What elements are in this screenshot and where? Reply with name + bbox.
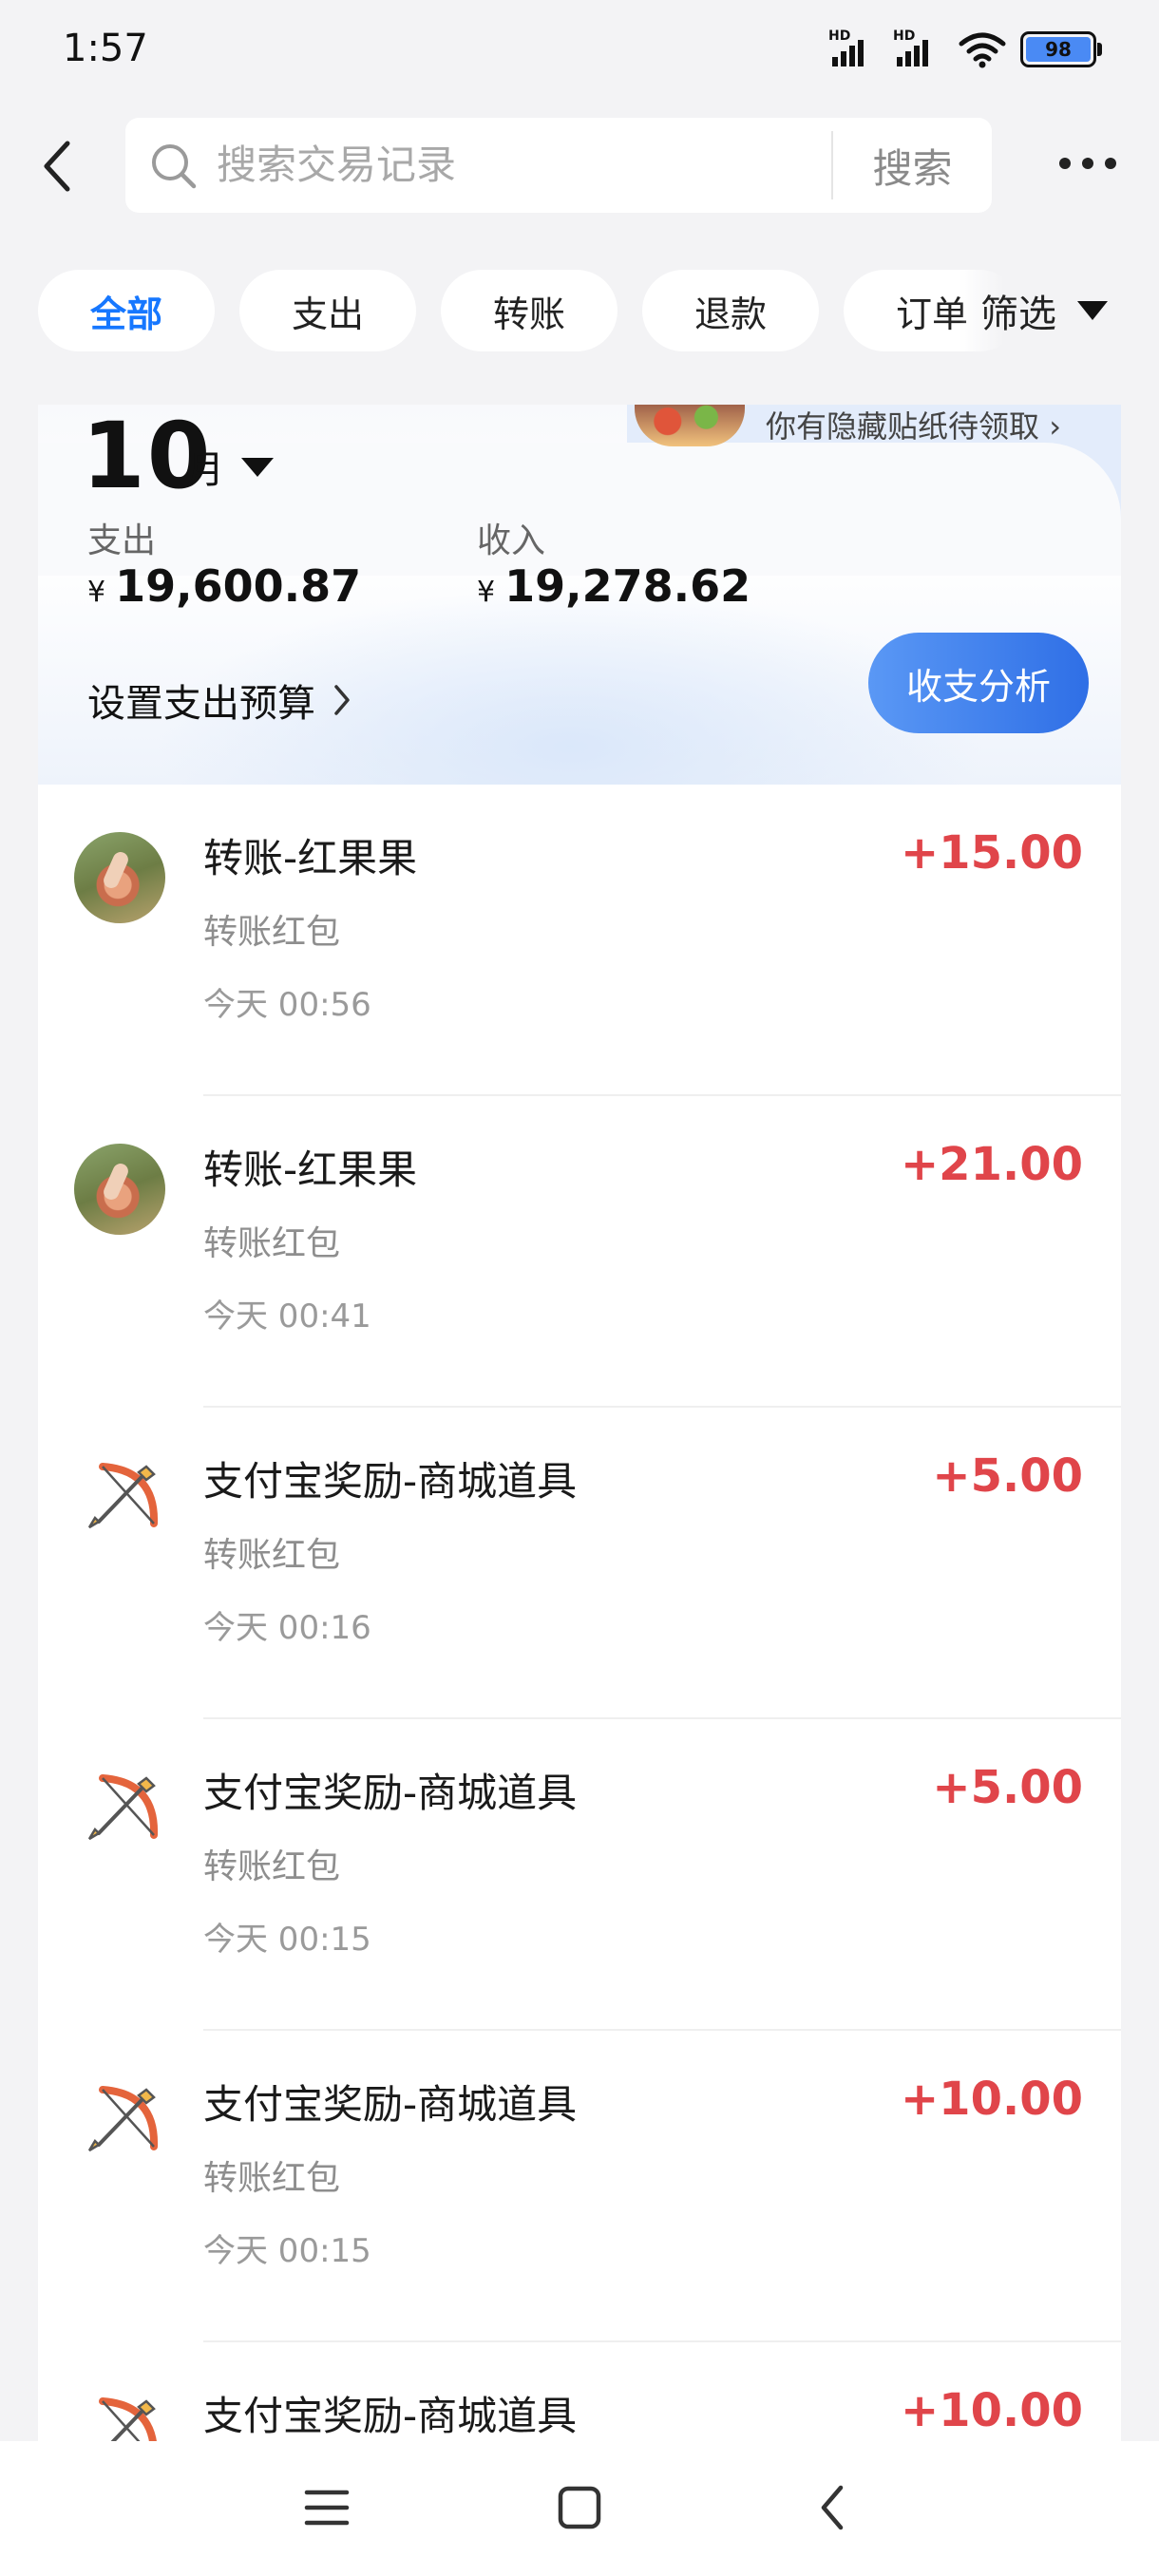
transaction-row[interactable]: 支付宝奖励-商城道具 转账红包 今天 00:15 +5.00	[38, 1719, 1121, 2031]
transaction-title: 支付宝奖励-商城道具	[203, 1770, 578, 1816]
income-expense-analysis-button[interactable]: 收支分析	[868, 633, 1089, 733]
month-dropdown-icon[interactable]	[241, 458, 274, 477]
sticker-text: 你有隐藏贴纸待领取	[766, 408, 1040, 445]
transaction-time: 今天 00:15	[203, 2232, 371, 2270]
transaction-subtitle: 转账红包	[203, 1847, 341, 1886]
currency-symbol: ¥	[477, 576, 496, 609]
search-button[interactable]: 搜索	[833, 118, 992, 213]
chip-all[interactable]: 全部	[38, 270, 215, 351]
transaction-amount: +21.00	[900, 1138, 1083, 1191]
expense-amount: 19,600.87	[115, 560, 362, 612]
home-icon	[558, 2486, 601, 2529]
bow-arrow-icon	[87, 1774, 159, 1841]
month-unit[interactable]: 月	[186, 439, 224, 494]
income-label: 收入	[477, 521, 546, 560]
system-nav-bar	[0, 2441, 1159, 2576]
budget-label: 设置支出预算	[87, 682, 315, 726]
month-summary: 你有隐藏贴纸待领取 › 10 月 支出 ¥19,600.87 收入 ¥19,27…	[38, 403, 1121, 785]
user-avatar	[74, 832, 165, 923]
recent-apps-button[interactable]	[289, 2470, 365, 2546]
system-back-button[interactable]	[794, 2470, 870, 2546]
filter-button[interactable]: 筛选	[960, 270, 1159, 351]
status-time: 1:57	[63, 27, 148, 70]
home-button[interactable]	[542, 2470, 618, 2546]
wifi-icon	[959, 32, 1006, 68]
search-icon	[152, 144, 197, 189]
currency-symbol: ¥	[87, 576, 106, 609]
bow-arrow-icon	[87, 2086, 159, 2152]
menu-icon	[304, 2490, 350, 2526]
signal-1-icon: HD	[828, 28, 880, 68]
chevron-left-icon	[44, 141, 70, 192]
battery-icon: 98	[1020, 31, 1102, 67]
transaction-subtitle: 转账红包	[203, 913, 341, 952]
set-budget-link[interactable]: 设置支出预算	[87, 672, 352, 728]
transaction-amount: +10.00	[900, 2384, 1083, 2437]
transaction-time: 今天 00:15	[203, 1921, 371, 1959]
income-value: ¥19,278.62	[477, 560, 750, 612]
bow-arrow-icon	[87, 1463, 159, 1529]
filter-label: 筛选	[980, 293, 1056, 336]
back-icon	[821, 2485, 844, 2530]
transaction-time: 今天 00:56	[203, 986, 371, 1024]
status-bar: 1:57 HD HD 98	[0, 0, 1159, 104]
filter-chips: 全部 支出 转账 退款 订单 筛选	[0, 270, 1159, 355]
caret-down-icon	[1077, 301, 1108, 320]
chip-refund[interactable]: 退款	[642, 270, 819, 351]
transaction-row[interactable]: 转账-红果果 转账红包 今天 00:56 +15.00	[38, 785, 1121, 1096]
chip-transfer[interactable]: 转账	[441, 270, 618, 351]
transaction-title: 转账-红果果	[203, 835, 418, 881]
transaction-title: 支付宝奖励-商城道具	[203, 2393, 578, 2439]
transaction-title: 支付宝奖励-商城道具	[203, 2081, 578, 2128]
user-avatar	[74, 1144, 165, 1235]
transaction-amount: +5.00	[932, 1449, 1083, 1503]
more-options-button[interactable]	[1059, 144, 1116, 182]
transaction-amount: +5.00	[932, 1761, 1083, 1814]
search-box: 搜索	[125, 118, 992, 213]
expense-label: 支出	[87, 521, 157, 560]
transaction-time: 今天 00:16	[203, 1609, 371, 1647]
search-input[interactable]	[217, 118, 939, 213]
more-dot-icon	[1082, 158, 1093, 169]
more-dot-icon	[1059, 158, 1071, 169]
sticker-banner[interactable]: 你有隐藏贴纸待领取 ›	[766, 403, 1061, 446]
chip-expense[interactable]: 支出	[239, 270, 416, 351]
back-button[interactable]	[28, 133, 86, 199]
more-dot-icon	[1105, 158, 1116, 169]
transaction-subtitle: 转账红包	[203, 1536, 341, 1575]
transaction-title: 支付宝奖励-商城道具	[203, 1458, 578, 1505]
transaction-row[interactable]: 转账-红果果 转账红包 今天 00:41 +21.00	[38, 1096, 1121, 1408]
transaction-row[interactable]: 支付宝奖励-商城道具 转账红包 今天 00:16 +5.00	[38, 1408, 1121, 1719]
status-icons: HD HD 98	[828, 28, 1102, 70]
chevron-right-icon: ›	[1049, 408, 1061, 445]
chevron-right-icon	[334, 685, 350, 715]
transaction-subtitle: 转账红包	[203, 1224, 341, 1263]
income-amount: 19,278.62	[504, 560, 751, 612]
transaction-row[interactable]: 支付宝奖励-商城道具 转账红包 今天 00:15 +10.00	[38, 2031, 1121, 2342]
transaction-amount: +10.00	[900, 2073, 1083, 2126]
signal-2-icon: HD	[893, 28, 944, 68]
transaction-time: 今天 00:41	[203, 1297, 371, 1335]
transaction-title: 转账-红果果	[203, 1146, 418, 1193]
battery-level: 98	[1026, 37, 1091, 62]
transaction-subtitle: 转账红包	[203, 2159, 341, 2198]
transaction-amount: +15.00	[900, 826, 1083, 880]
transaction-card: 你有隐藏贴纸待领取 › 10 月 支出 ¥19,600.87 收入 ¥19,27…	[38, 403, 1121, 2576]
expense-value: ¥19,600.87	[87, 560, 361, 612]
transaction-history-screen: 1:57 HD HD 98 搜索交易记录 搜索 全部 支出 转账 退款 订单 筛…	[0, 0, 1159, 2576]
